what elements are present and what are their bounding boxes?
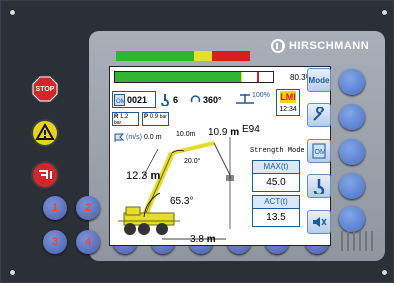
speaker-mute-icon (313, 217, 327, 227)
boom-angle: 65.3° (170, 196, 194, 207)
warning-button[interactable] (31, 119, 59, 147)
screw (381, 269, 388, 276)
reset-icon (33, 163, 57, 187)
wrench-button[interactable] (307, 103, 331, 127)
slew-indicator: 360° (190, 94, 222, 105)
pressure-indicator: P 0.9 bar (142, 112, 169, 126)
speaker-button[interactable] (307, 210, 331, 234)
screen-side-buttons: Mode OM (307, 66, 335, 256)
actual-load-value: 13.5 (266, 212, 286, 223)
load-bar-red (257, 72, 273, 82)
radius-pressure: R 1.2 bar (112, 112, 139, 126)
actual-load-box: ACT(t) 13.5 (252, 195, 300, 227)
status-light-yellow (193, 51, 213, 61)
soft-key-2[interactable] (339, 104, 365, 130)
crane-diagram (118, 137, 234, 240)
jib-length: 10.0m (176, 131, 196, 138)
max-load-value: 45.0 (266, 177, 286, 188)
reset-button[interactable] (31, 161, 59, 189)
soft-key-5[interactable] (339, 206, 365, 232)
screw (9, 9, 16, 16)
error-code: E94 (242, 124, 260, 135)
wind-speed-indicator: 100% (234, 91, 270, 107)
brand-name: HIRSCHMANN (289, 40, 370, 52)
max-load-box: MAX(t) 45.0 (252, 160, 300, 192)
soft-key-4[interactable] (339, 173, 365, 199)
screw (381, 9, 388, 16)
memory-button[interactable]: OM (307, 139, 331, 163)
load-bar-green (115, 72, 242, 82)
soft-key-3[interactable] (339, 139, 365, 165)
hook-icon (161, 94, 169, 106)
hook-code-box: OM 0021 (112, 91, 156, 108)
stop-label: STOP (35, 85, 55, 93)
head-height: 10.9 m (208, 127, 240, 138)
key-3[interactable]: 3 (43, 230, 67, 254)
soft-key-1[interactable] (339, 69, 365, 95)
max-load-label: MAX(t) (253, 161, 299, 174)
wrench-icon (313, 107, 325, 121)
screw (9, 269, 16, 276)
slew-icon (190, 95, 201, 103)
operating-mode: Strength Mode (250, 147, 305, 155)
warning-icon (33, 121, 57, 145)
key-4[interactable]: 4 (76, 230, 100, 254)
key-2[interactable]: 2 (76, 196, 100, 220)
working-radius: 3.8 m (190, 234, 216, 245)
memory-icon: OM (114, 93, 125, 106)
status-light-bar (116, 51, 250, 61)
status-light-red (212, 51, 250, 61)
hook-button[interactable] (307, 174, 331, 198)
actual-load-label: ACT(t) (253, 196, 299, 209)
hook-icon (313, 179, 325, 194)
mode-button[interactable]: Mode (307, 68, 331, 92)
stop-button[interactable]: STOP (31, 75, 59, 103)
vent-grille (341, 231, 377, 251)
hook-memory-icon: OM (312, 143, 326, 159)
lmi-badge: LMI 12:34 (276, 89, 300, 116)
control-panel: HIRSCHMANN STOP 1 2 3 4 5 6 7 8 9 0 8 (0, 0, 394, 283)
svg-text:OM: OM (315, 149, 326, 156)
boom-length: 12.3 m (126, 170, 161, 182)
brand-mark-icon (271, 39, 285, 53)
jib-angle: 20.0° (184, 158, 201, 165)
reeving-indicator: 6 (160, 94, 178, 106)
svg-text:OM: OM (116, 99, 125, 105)
key-1[interactable]: 1 (43, 196, 67, 220)
lmi-display: 80.3% OM 0021 6 360° 100% LMI 12:34 R 1.… (109, 66, 331, 246)
load-utilization-bar (114, 71, 274, 83)
lmi-label: LMI (280, 91, 296, 103)
brand-logo: HIRSCHMANN (271, 39, 369, 53)
hook-code: 0021 (127, 94, 148, 105)
status-light-green (116, 51, 194, 61)
clock: 12:34 (279, 106, 297, 113)
